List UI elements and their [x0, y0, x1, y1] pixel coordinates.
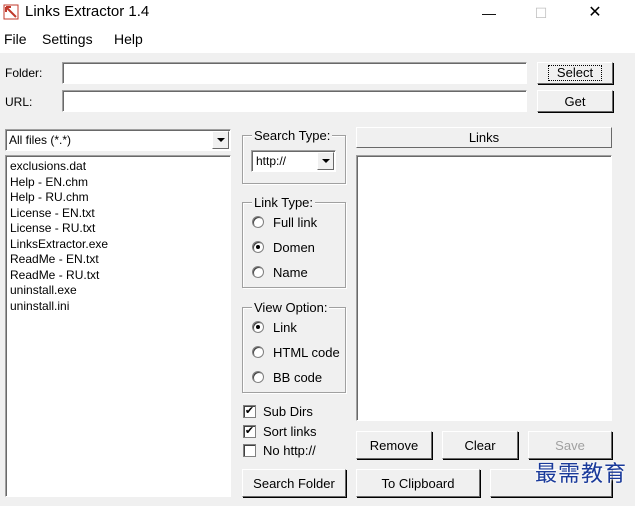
- app-icon: [3, 4, 19, 20]
- close-button[interactable]: ✕: [572, 0, 618, 26]
- file-filter-dropdown-button[interactable]: [212, 131, 229, 149]
- url-label: URL:: [5, 95, 33, 109]
- close-icon: ✕: [588, 4, 602, 21]
- file-list[interactable]: exclusions.dat Help - EN.chm Help - RU.c…: [5, 155, 231, 497]
- radio-button[interactable]: [252, 241, 264, 253]
- sort-links-checkbox[interactable]: ✔ Sort links: [243, 424, 343, 440]
- menu-bar: [0, 27, 635, 51]
- link-type-full-link-radio[interactable]: Full link: [252, 215, 342, 231]
- title-bar[interactable]: Links Extractor 1.4 — ☐ ✕: [0, 0, 635, 26]
- chevron-down-icon: [216, 138, 225, 142]
- radio-button[interactable]: [252, 266, 264, 278]
- link-type-domen-radio[interactable]: Domen: [252, 240, 342, 256]
- list-item[interactable]: uninstall.exe: [10, 283, 226, 299]
- search-type-select[interactable]: http://: [251, 150, 336, 172]
- no-http-checkbox[interactable]: No http://: [243, 443, 343, 459]
- list-item[interactable]: ReadMe - RU.txt: [10, 268, 226, 284]
- links-column-header[interactable]: Links: [356, 127, 612, 148]
- radio-selected-dot: [256, 325, 260, 329]
- menu-settings[interactable]: Settings: [42, 31, 93, 47]
- view-option-title: View Option:: [252, 300, 330, 315]
- folder-label: Folder:: [5, 66, 43, 80]
- radio-button[interactable]: [252, 346, 264, 358]
- list-item[interactable]: Help - RU.chm: [10, 190, 226, 206]
- list-item[interactable]: uninstall.ini: [10, 299, 226, 315]
- select-button-label: Select: [547, 65, 603, 81]
- radio-label: Link: [273, 320, 297, 335]
- search-type-value: http://: [256, 154, 287, 168]
- radio-button[interactable]: [252, 216, 264, 228]
- link-type-title: Link Type:: [252, 195, 316, 210]
- save-button[interactable]: Save: [528, 431, 612, 459]
- radio-selected-dot: [256, 245, 260, 249]
- view-option-link-radio[interactable]: Link: [252, 320, 344, 336]
- select-folder-button[interactable]: Select: [537, 62, 613, 84]
- checkmark-icon: ✔: [244, 425, 255, 437]
- radio-label: Name: [273, 265, 308, 280]
- sub-dirs-checkbox[interactable]: ✔ Sub Dirs: [243, 404, 343, 420]
- menu-file[interactable]: File: [4, 31, 27, 47]
- radio-label: Full link: [273, 215, 318, 230]
- to-clipboard-button[interactable]: To Clipboard: [356, 469, 480, 497]
- minimize-button[interactable]: —: [466, 0, 512, 26]
- maximize-button[interactable]: ☐: [518, 0, 564, 26]
- view-option-html-code-radio[interactable]: HTML code: [252, 345, 344, 361]
- clear-button[interactable]: Clear: [442, 431, 518, 459]
- radio-label: BB code: [273, 370, 323, 385]
- radio-label: Domen: [273, 240, 315, 255]
- get-button[interactable]: Get: [537, 90, 613, 112]
- checkbox[interactable]: ✔: [243, 405, 256, 418]
- view-option-bb-code-radio[interactable]: BB code: [252, 370, 344, 386]
- checkbox-label: Sub Dirs: [263, 404, 313, 419]
- checkbox[interactable]: [243, 444, 256, 457]
- search-type-dropdown-button[interactable]: [317, 152, 334, 170]
- list-item[interactable]: LinksExtractor.exe: [10, 237, 226, 253]
- checkbox[interactable]: ✔: [243, 425, 256, 438]
- file-filter-select[interactable]: All files (*.*): [5, 129, 231, 151]
- link-type-name-radio[interactable]: Name: [252, 265, 342, 281]
- watermark-text: 最需教育: [534, 462, 627, 487]
- radio-button[interactable]: [252, 371, 264, 383]
- radio-label: HTML code: [273, 345, 340, 360]
- links-list[interactable]: [356, 155, 612, 421]
- remove-button[interactable]: Remove: [356, 431, 432, 459]
- checkbox-label: No http://: [263, 443, 316, 458]
- list-item[interactable]: License - RU.txt: [10, 221, 226, 237]
- folder-input[interactable]: [62, 62, 527, 84]
- checkbox-label: Sort links: [263, 424, 317, 439]
- radio-button[interactable]: [252, 321, 264, 333]
- search-type-title: Search Type:: [252, 128, 333, 143]
- checkmark-icon: ✔: [244, 405, 255, 417]
- list-item[interactable]: ReadMe - EN.txt: [10, 252, 226, 268]
- chevron-down-icon: [321, 159, 330, 163]
- menu-help[interactable]: Help: [114, 31, 143, 47]
- list-item[interactable]: License - EN.txt: [10, 206, 226, 222]
- maximize-icon: ☐: [534, 5, 548, 21]
- search-folder-button[interactable]: Search Folder: [242, 469, 346, 497]
- list-item[interactable]: exclusions.dat: [10, 159, 226, 175]
- url-input[interactable]: [62, 90, 527, 112]
- window-title: Links Extractor 1.4: [25, 3, 150, 20]
- list-item[interactable]: Help - EN.chm: [10, 175, 226, 191]
- minimize-icon: —: [482, 5, 496, 21]
- file-filter-value: All files (*.*): [9, 133, 72, 147]
